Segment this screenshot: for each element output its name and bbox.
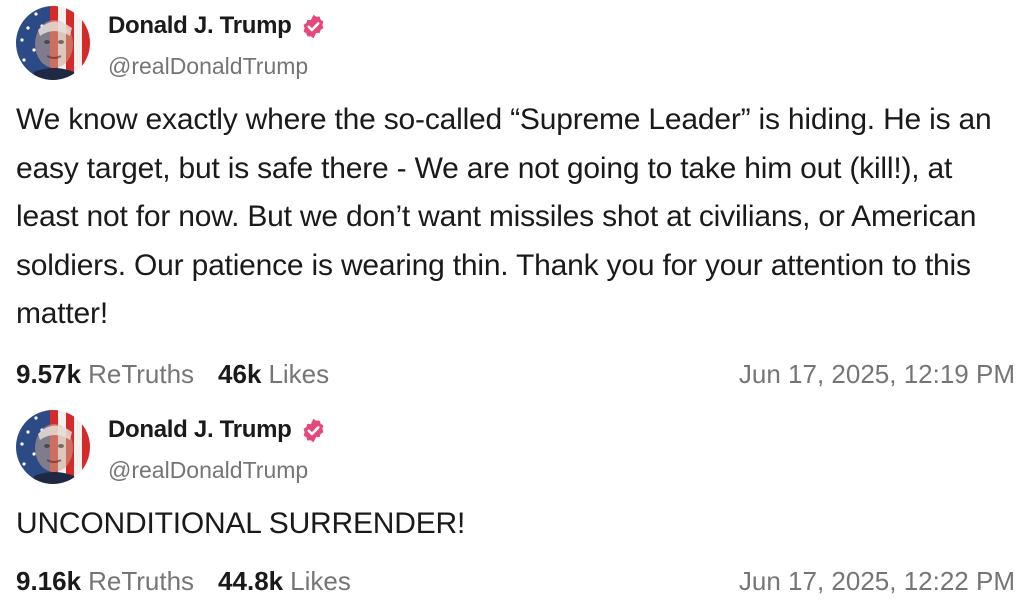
author-display-name[interactable]: Donald J. Trump [108,12,292,40]
post-body: UNCONDITIONAL SURRENDER! [16,507,466,540]
likes-count[interactable]: 46k [218,359,261,390]
retruths-count[interactable]: 9.16k [16,566,81,597]
author-handle[interactable]: @realDonaldTrump [108,53,308,80]
author-handle[interactable]: @realDonaldTrump [108,457,308,484]
post-body: We know exactly where the so-called “Sup… [16,103,992,330]
likes-label[interactable]: Likes [268,359,329,390]
post[interactable]: Donald J. Trump @realDonaldTrump We know… [0,0,1024,400]
post[interactable]: Donald J. Trump @realDonaldTrump UNCONDI… [0,402,1024,609]
likes-count[interactable]: 44.8k [218,566,283,597]
post-timestamp[interactable]: Jun 17, 2025, 12:22 PM [739,566,1015,597]
post-timestamp[interactable]: Jun 17, 2025, 12:19 PM [739,359,1015,390]
post-stats: 9.16k ReTruths 44.8k Likes [16,566,351,597]
retruths-label[interactable]: ReTruths [88,566,194,597]
author-display-name[interactable]: Donald J. Trump [108,416,292,444]
post-stats: 9.57k ReTruths 46k Likes [16,359,329,390]
retruths-label[interactable]: ReTruths [88,359,194,390]
avatar[interactable] [16,410,90,484]
retruths-count[interactable]: 9.57k [16,359,81,390]
author-name-row: Donald J. Trump [108,416,327,444]
verified-badge-icon [300,417,327,444]
avatar[interactable] [16,6,90,80]
author-name-row: Donald J. Trump [108,12,327,40]
likes-label[interactable]: Likes [290,566,351,597]
verified-badge-icon [300,13,327,40]
